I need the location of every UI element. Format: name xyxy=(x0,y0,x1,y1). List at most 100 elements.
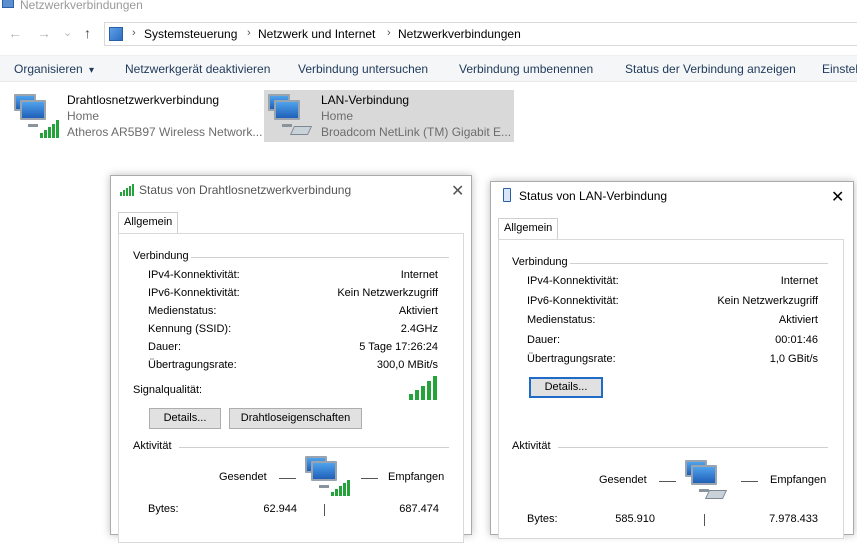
dropdown-arrow-icon: ▾ xyxy=(89,65,95,76)
connection-network: Home xyxy=(321,109,354,123)
tab-allgemein[interactable]: Allgemein xyxy=(498,218,559,239)
bytes-sent-value: 62.944 xyxy=(263,503,297,515)
back-arrow-icon[interactable]: ← xyxy=(8,25,22,41)
breadcrumb-item-netzwerk-und-internet[interactable]: Netzwerk und Internet xyxy=(258,27,375,41)
row-value: 00:01:46 xyxy=(775,334,818,346)
change-settings-button[interactable]: Einstel xyxy=(822,62,857,76)
breadcrumb-separator-icon[interactable]: › xyxy=(387,27,391,39)
sent-connector-line xyxy=(279,478,296,479)
breadcrumb-separator-icon[interactable]: › xyxy=(132,27,136,39)
received-label: Empfangen xyxy=(770,474,827,486)
wireless-properties-button[interactable]: Drahtloseigenschaften xyxy=(229,408,362,429)
status-row-ssid: Kennung (SSID): 2.4GHz xyxy=(148,323,438,335)
connection-item-lan[interactable]: LAN-Verbindung Home Broadcom NetLink (TM… xyxy=(264,90,514,142)
section-activity-heading: Aktivität xyxy=(133,440,172,452)
row-label: Kennung (SSID): xyxy=(148,323,232,335)
row-label: Dauer: xyxy=(148,341,182,353)
rename-connection-button[interactable]: Verbindung umbenennen xyxy=(459,62,593,76)
lan-status-dialog: Status von LAN-Verbindung ✕ Allgemein Ve… xyxy=(490,181,854,539)
close-icon[interactable]: ✕ xyxy=(831,187,844,207)
activity-computers-icon xyxy=(685,460,733,504)
received-connector-line xyxy=(741,481,758,482)
bytes-received-value: 687.474 xyxy=(399,503,439,515)
section-activity-heading: Aktivität xyxy=(512,440,551,452)
bytes-received-value: 7.978.433 xyxy=(769,513,818,525)
recent-locations-chevron-icon[interactable]: ⌄ xyxy=(63,26,72,39)
control-panel-icon xyxy=(109,27,123,41)
status-row-ipv4: IPv4-Konnektivität: Internet xyxy=(527,275,818,287)
section-connection-heading: Verbindung xyxy=(133,250,189,262)
row-label: Signalqualität: xyxy=(133,384,203,396)
row-value: Internet xyxy=(400,269,438,281)
row-value: 5 Tage 17:26:24 xyxy=(359,341,438,353)
status-row-signal: Signalqualität: xyxy=(133,376,438,400)
row-value: Kein Netzwerkzugriff xyxy=(337,287,438,299)
breadcrumb-separator-icon[interactable]: › xyxy=(247,27,251,39)
status-row-media: Medienstatus: Aktiviert xyxy=(527,314,818,326)
sent-label: Gesendet xyxy=(219,471,267,483)
section-divider xyxy=(191,257,449,258)
signal-strength-icon xyxy=(409,376,438,400)
address-bar: ← → ⌄ ↑ › Systemsteuerung › Netzwerk und… xyxy=(0,20,857,48)
bytes-label: Bytes: xyxy=(527,513,558,525)
row-label: Medienstatus: xyxy=(527,314,596,326)
up-arrow-icon[interactable]: ↑ xyxy=(84,25,91,41)
forward-arrow-icon[interactable]: → xyxy=(37,25,51,41)
section-divider xyxy=(179,447,449,448)
dialog-title: Status von Drahtlosnetzwerkverbindung xyxy=(139,183,352,197)
disable-device-button[interactable]: Netzwerkgerät deaktivieren xyxy=(125,62,270,76)
wireless-adapter-icon xyxy=(14,94,62,138)
status-row-ipv4: IPv4-Konnektivität: Internet xyxy=(148,269,438,281)
bytes-label: Bytes: xyxy=(148,503,179,515)
row-label: IPv6-Konnektivität: xyxy=(527,295,619,307)
window-titlebar: Netzwerkverbindungen xyxy=(0,0,857,16)
breadcrumb-item-systemsteuerung[interactable]: Systemsteuerung xyxy=(144,27,237,41)
section-divider xyxy=(558,447,828,448)
breadcrumb[interactable]: › Systemsteuerung › Netzwerk und Interne… xyxy=(104,22,857,46)
bytes-sent-value: 585.910 xyxy=(615,513,655,525)
row-value: Aktiviert xyxy=(778,314,818,326)
status-row-media: Medienstatus: Aktiviert xyxy=(148,305,438,317)
row-label: Übertragungsrate: xyxy=(527,353,616,365)
details-button[interactable]: Details... xyxy=(529,377,603,398)
dialog-title: Status von LAN-Verbindung xyxy=(519,189,668,203)
activity-computers-icon xyxy=(305,456,353,500)
wireless-status-dialog: Status von Drahtlosnetzwerkverbindung ✕ … xyxy=(110,175,472,543)
bytes-divider xyxy=(324,504,325,516)
connection-name: LAN-Verbindung xyxy=(321,93,410,107)
bytes-divider xyxy=(704,514,705,526)
details-button[interactable]: Details... xyxy=(149,408,221,429)
row-label: Dauer: xyxy=(527,334,561,346)
organize-button[interactable]: Organisieren ▾ xyxy=(14,62,94,76)
close-icon[interactable]: ✕ xyxy=(451,181,464,201)
view-status-button[interactable]: Status der Verbindung anzeigen xyxy=(625,62,796,76)
connection-network: Home xyxy=(67,109,100,123)
organize-label: Organisieren xyxy=(14,62,83,76)
status-row-speed: Übertragungsrate: 1,0 GBit/s xyxy=(527,353,818,365)
sent-label: Gesendet xyxy=(599,474,647,486)
connection-adapter: Broadcom NetLink (TM) Gigabit E... xyxy=(321,125,512,139)
sent-connector-line xyxy=(659,481,676,482)
status-row-duration: Dauer: 5 Tage 17:26:24 xyxy=(148,341,438,353)
network-connections-icon xyxy=(2,0,14,8)
status-row-ipv6: IPv6-Konnektivität: Kein Netzwerkzugriff xyxy=(527,295,818,307)
row-label: Übertragungsrate: xyxy=(148,359,237,371)
section-connection-heading: Verbindung xyxy=(512,256,568,268)
breadcrumb-item-netzwerkverbindungen[interactable]: Netzwerkverbindungen xyxy=(398,27,521,41)
tab-allgemein[interactable]: Allgemein xyxy=(118,212,179,233)
status-row-duration: Dauer: 00:01:46 xyxy=(527,334,818,346)
connection-adapter: Atheros AR5B97 Wireless Network... xyxy=(67,125,263,139)
connection-item-wireless[interactable]: Drahtlosnetzwerkverbindung Home Atheros … xyxy=(12,90,262,142)
command-bar: Organisieren ▾ Netzwerkgerät deaktiviere… xyxy=(0,55,857,82)
tab-panel: Verbindung IPv4-Konnektivität: Internet … xyxy=(118,233,464,543)
ethernet-plug-icon xyxy=(503,188,511,202)
status-row-speed: Übertragungsrate: 300,0 MBit/s xyxy=(148,359,438,371)
received-connector-line xyxy=(361,478,378,479)
connection-name: Drahtlosnetzwerkverbindung xyxy=(67,93,220,107)
wireless-signal-icon xyxy=(120,184,136,196)
ethernet-adapter-icon xyxy=(268,94,316,138)
diagnose-connection-button[interactable]: Verbindung untersuchen xyxy=(298,62,428,76)
window-title: Netzwerkverbindungen xyxy=(20,0,143,12)
row-value: Kein Netzwerkzugriff xyxy=(717,295,818,307)
tab-panel: Verbindung IPv4-Konnektivität: Internet … xyxy=(498,239,844,539)
